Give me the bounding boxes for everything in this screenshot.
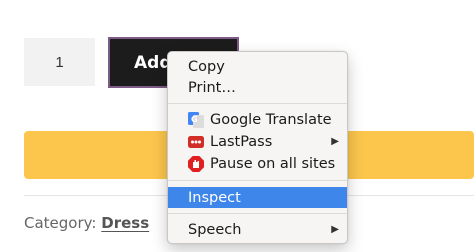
menu-item-google-translate[interactable]: G Google Translate — [168, 109, 347, 130]
menu-item-label: Speech — [188, 221, 242, 238]
menu-item-pause-on-all-sites[interactable]: Pause on all sites — [168, 153, 347, 174]
lastpass-icon — [188, 134, 204, 150]
menu-item-label: Pause on all sites — [210, 155, 336, 172]
menu-item-print[interactable]: Print… — [168, 77, 347, 98]
submenu-arrow-icon: ▶ — [331, 136, 339, 147]
category-label: Category: — [24, 214, 97, 232]
pause-hand-icon — [188, 155, 204, 172]
google-translate-icon: G — [188, 111, 204, 128]
menu-item-label: Print… — [188, 79, 236, 96]
menu-separator — [168, 180, 347, 181]
menu-item-label: LastPass — [210, 133, 273, 150]
menu-separator — [168, 213, 347, 214]
menu-item-label: Inspect — [188, 189, 241, 206]
menu-item-label: Google Translate — [210, 111, 332, 128]
menu-item-label: Copy — [188, 58, 225, 75]
add-button-label: Add — [134, 52, 172, 73]
menu-item-lastpass[interactable]: LastPass ▶ — [168, 131, 347, 152]
menu-separator — [168, 103, 347, 104]
product-category: Category: Dress — [24, 214, 149, 232]
context-menu: Copy Print… G Google Translate LastPass … — [167, 51, 348, 244]
category-link[interactable]: Dress — [101, 214, 149, 232]
quantity-input[interactable]: 1 — [24, 38, 95, 86]
menu-item-inspect[interactable]: Inspect — [168, 187, 347, 208]
menu-item-copy[interactable]: Copy — [168, 56, 347, 77]
menu-item-speech[interactable]: Speech ▶ — [168, 219, 347, 240]
submenu-arrow-icon: ▶ — [331, 224, 339, 235]
svg-text:G: G — [191, 115, 198, 124]
